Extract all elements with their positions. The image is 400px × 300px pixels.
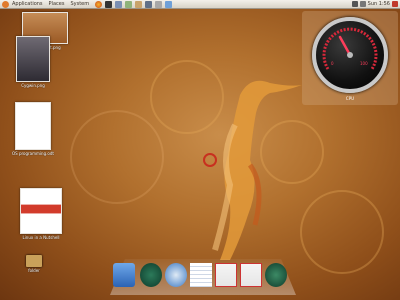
icon-label: Linux in a Nutshell (22, 235, 60, 240)
icon-label: folder (28, 268, 40, 273)
firefox-icon[interactable] (95, 0, 103, 8)
safari-icon[interactable] (165, 263, 187, 287)
menu-applications[interactable]: Applications (12, 1, 43, 7)
desktop-icon-folder[interactable]: folder (26, 255, 42, 273)
ubuntu-logo-icon[interactable] (2, 0, 9, 8)
gauge-min-label: 0 (331, 61, 334, 66)
editor-icon[interactable] (125, 0, 133, 8)
gauge-face (322, 27, 378, 70)
desktop-icon-book-1[interactable]: Cygwin.png (16, 36, 50, 88)
compose-icon[interactable] (240, 263, 262, 287)
volume-icon[interactable] (359, 1, 366, 7)
desktop-icon-document[interactable]: OS programming.odt (12, 102, 54, 156)
gauge-max-label: 100 (360, 61, 368, 66)
notepad-icon[interactable] (190, 263, 212, 287)
clock[interactable]: Sun 1:56 (368, 1, 390, 7)
image-icon[interactable] (135, 0, 143, 8)
menu-system[interactable]: System (70, 1, 89, 7)
book-cover-thumbnail (16, 36, 50, 82)
terminal-icon[interactable] (105, 0, 113, 8)
chat-icon[interactable] (165, 0, 173, 8)
shutdown-icon[interactable] (392, 1, 398, 7)
book-cover-thumbnail (20, 188, 62, 234)
media-icon[interactable] (145, 0, 153, 8)
document-thumbnail (14, 102, 51, 150)
folder-icon (26, 255, 42, 267)
refresh-icon[interactable] (265, 263, 287, 287)
network-icon[interactable] (351, 1, 358, 7)
cpu-gauge-widget[interactable]: 0 100 CPU (302, 11, 398, 105)
top-panel: Applications Places System Sun 1:56 (0, 0, 400, 9)
finder-icon[interactable] (113, 263, 135, 287)
files-icon[interactable] (115, 0, 123, 8)
icon-label: Cygwin.png (21, 83, 45, 88)
menu-places[interactable]: Places (49, 1, 65, 7)
gauge-dial: 0 100 (312, 17, 388, 93)
icon-label: OS programming.odt (12, 151, 54, 156)
desktop-icon-book-2[interactable]: Linux in a Nutshell (20, 188, 62, 240)
gauge-label: CPU (345, 96, 355, 101)
heron-artwork (203, 80, 302, 260)
settings-icon[interactable] (155, 0, 163, 8)
clock-icon[interactable] (140, 263, 162, 287)
system-tray: Sun 1:56 (351, 1, 398, 7)
mail-icon[interactable] (215, 263, 237, 287)
